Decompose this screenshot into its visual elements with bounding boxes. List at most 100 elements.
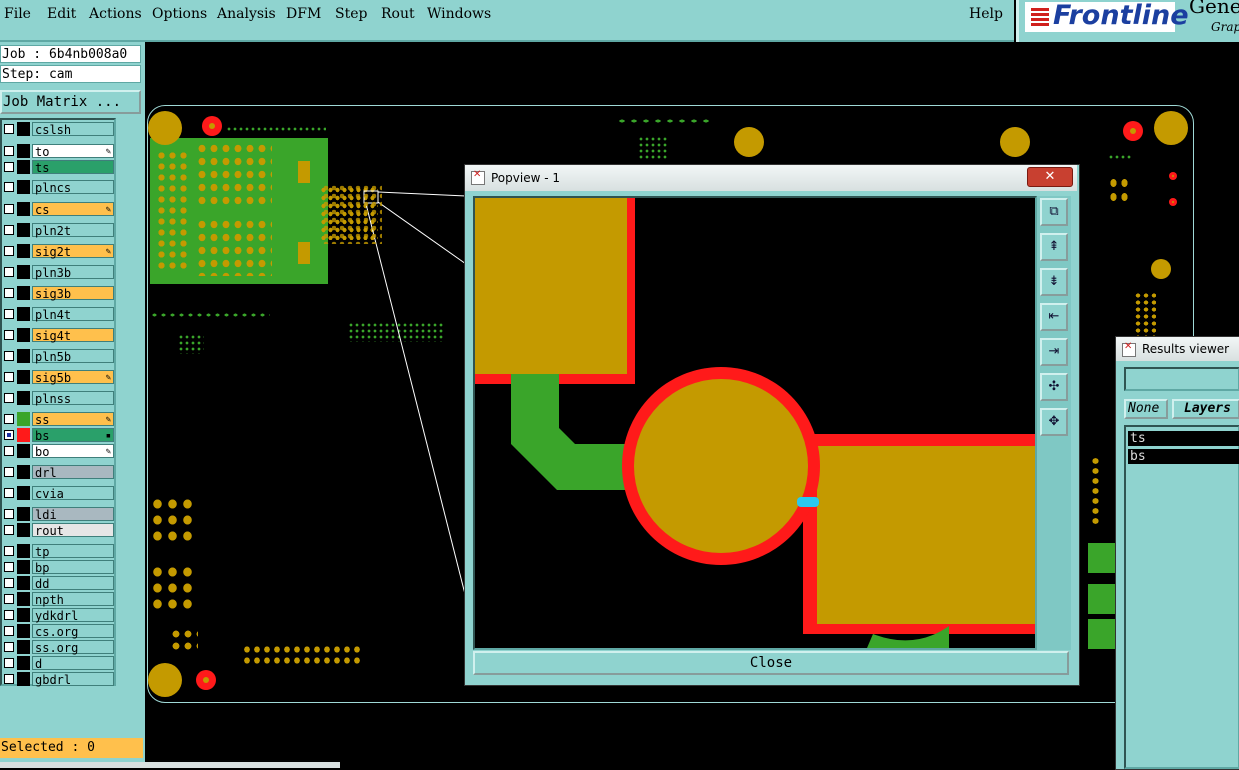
layer-row-pln3b[interactable]: pln3b — [2, 265, 116, 280]
layer-row-ydkdrl[interactable]: ydkdrl — [2, 608, 116, 623]
layer-name[interactable]: to ✎ — [32, 144, 114, 159]
layer-checkbox[interactable] — [4, 525, 14, 535]
layer-name[interactable]: plncs — [32, 180, 114, 195]
layer-color-swatch[interactable] — [17, 265, 30, 279]
layer-checkbox[interactable] — [4, 330, 14, 340]
layer-name[interactable]: bs ▪ — [32, 428, 114, 443]
layer-row-gbdrl[interactable]: gbdrl — [2, 672, 116, 687]
layer-color-swatch[interactable] — [17, 523, 30, 537]
error-marker[interactable] — [797, 497, 819, 507]
job-matrix-button[interactable]: Job Matrix ... — [0, 90, 141, 114]
menu-actions[interactable]: Actions — [89, 6, 142, 22]
layer-name[interactable]: rout — [32, 523, 114, 538]
layer-checkbox[interactable] — [4, 204, 14, 214]
layer-checkbox[interactable] — [4, 509, 14, 519]
layer-row-plnss[interactable]: plnss — [2, 391, 116, 406]
layer-color-swatch[interactable] — [17, 486, 30, 500]
layer-color-swatch[interactable] — [17, 560, 30, 574]
layer-name[interactable]: cslsh — [32, 122, 114, 137]
layer-checkbox[interactable] — [4, 594, 14, 604]
menu-analysis[interactable]: Analysis — [217, 6, 276, 22]
close-button[interactable]: Close — [473, 651, 1069, 675]
layer-name[interactable]: bo ✎ — [32, 444, 114, 459]
layer-color-swatch[interactable] — [17, 576, 30, 590]
layer-color-swatch[interactable] — [17, 286, 30, 300]
layer-row-d[interactable]: d — [2, 656, 116, 671]
layer-color-swatch[interactable] — [17, 592, 30, 606]
layer-row-sig4t[interactable]: sig4t — [2, 328, 116, 343]
layer-color-swatch[interactable] — [17, 223, 30, 237]
layer-checkbox[interactable] — [4, 467, 14, 477]
layer-name[interactable]: pln3b — [32, 265, 114, 280]
layer-row-cvia[interactable]: cvia — [2, 486, 116, 501]
layer-row-sig3b[interactable]: sig3b — [2, 286, 116, 301]
layer-row-to[interactable]: to ✎ — [2, 144, 116, 159]
layer-row-ldi[interactable]: ldi — [2, 507, 116, 522]
layer-checkbox[interactable] — [4, 430, 14, 440]
popview-close-icon[interactable]: ✕ — [1027, 167, 1073, 187]
layer-row-drl[interactable]: drl — [2, 465, 116, 480]
layer-name[interactable]: sig3b — [32, 286, 114, 301]
layer-checkbox[interactable] — [4, 288, 14, 298]
menu-file[interactable]: File — [4, 6, 31, 22]
layer-name[interactable]: dd — [32, 576, 114, 591]
layer-color-swatch[interactable] — [17, 507, 30, 521]
layer-name[interactable]: cs.org — [32, 624, 114, 639]
layer-row-tp[interactable]: tp — [2, 544, 116, 559]
layer-name[interactable]: d — [32, 656, 114, 671]
results-viewer-titlebar[interactable]: Results viewer — [1116, 337, 1239, 361]
layer-color-swatch[interactable] — [17, 544, 30, 558]
layer-checkbox[interactable] — [4, 642, 14, 652]
pan-up-icon[interactable]: ⇞ — [1040, 233, 1068, 261]
layer-checkbox[interactable] — [4, 414, 14, 424]
layer-color-swatch[interactable] — [17, 370, 30, 384]
menu-dfm[interactable]: DFM — [286, 6, 321, 22]
layer-checkbox[interactable] — [4, 162, 14, 172]
layer-checkbox[interactable] — [4, 393, 14, 403]
layer-checkbox[interactable] — [4, 309, 14, 319]
menu-options[interactable]: Options — [152, 6, 207, 22]
layer-row-pln4t[interactable]: pln4t — [2, 307, 116, 322]
menu-step[interactable]: Step — [335, 6, 367, 22]
layer-row-bp[interactable]: bp — [2, 560, 116, 575]
layer-checkbox[interactable] — [4, 267, 14, 277]
none-button[interactable]: None — [1124, 399, 1168, 419]
layer-name[interactable]: pln5b — [32, 349, 114, 364]
layer-row-npth[interactable]: npth — [2, 592, 116, 607]
layer-row-ts[interactable]: ts — [2, 160, 116, 175]
layer-name[interactable]: drl — [32, 465, 114, 480]
layer-name[interactable]: npth — [32, 592, 114, 607]
layer-row-sig5b[interactable]: sig5b ✎ — [2, 370, 116, 385]
list-item[interactable]: ts — [1128, 431, 1239, 446]
layer-checkbox[interactable] — [4, 562, 14, 572]
layer-checkbox[interactable] — [4, 182, 14, 192]
layer-color-swatch[interactable] — [17, 307, 30, 321]
layers-button[interactable]: Layers — [1172, 399, 1239, 419]
menu-help[interactable]: Help — [969, 6, 1003, 22]
layer-name[interactable]: pln4t — [32, 307, 114, 322]
layer-row-pln2t[interactable]: pln2t — [2, 223, 116, 238]
zoom-in-icon[interactable]: ✣ — [1040, 373, 1068, 401]
layer-row-dd[interactable]: dd — [2, 576, 116, 591]
menu-rout[interactable]: Rout — [381, 6, 415, 22]
layer-color-swatch[interactable] — [17, 349, 30, 363]
layer-checkbox[interactable] — [4, 372, 14, 382]
layer-name[interactable]: cvia — [32, 486, 114, 501]
layer-color-swatch[interactable] — [17, 640, 30, 654]
layer-checkbox[interactable] — [4, 546, 14, 556]
layer-checkbox[interactable] — [4, 246, 14, 256]
layer-row-pln5b[interactable]: pln5b — [2, 349, 116, 364]
pan-left-icon[interactable]: ⇤ — [1040, 303, 1068, 331]
layer-name[interactable]: tp — [32, 544, 114, 559]
layer-color-swatch[interactable] — [17, 244, 30, 258]
layer-row-cslsh[interactable]: cslsh — [2, 122, 116, 137]
pan-right-icon[interactable]: ⇥ — [1040, 338, 1068, 366]
layer-checkbox[interactable] — [4, 626, 14, 636]
layer-color-swatch[interactable] — [17, 202, 30, 216]
layer-color-swatch[interactable] — [17, 160, 30, 174]
layer-row-ss[interactable]: ss ✎ — [2, 412, 116, 427]
layer-checkbox[interactable] — [4, 124, 14, 134]
layer-name[interactable]: ss.org — [32, 640, 114, 655]
menu-windows[interactable]: Windows — [427, 6, 491, 22]
layer-name[interactable]: plnss — [32, 391, 114, 406]
